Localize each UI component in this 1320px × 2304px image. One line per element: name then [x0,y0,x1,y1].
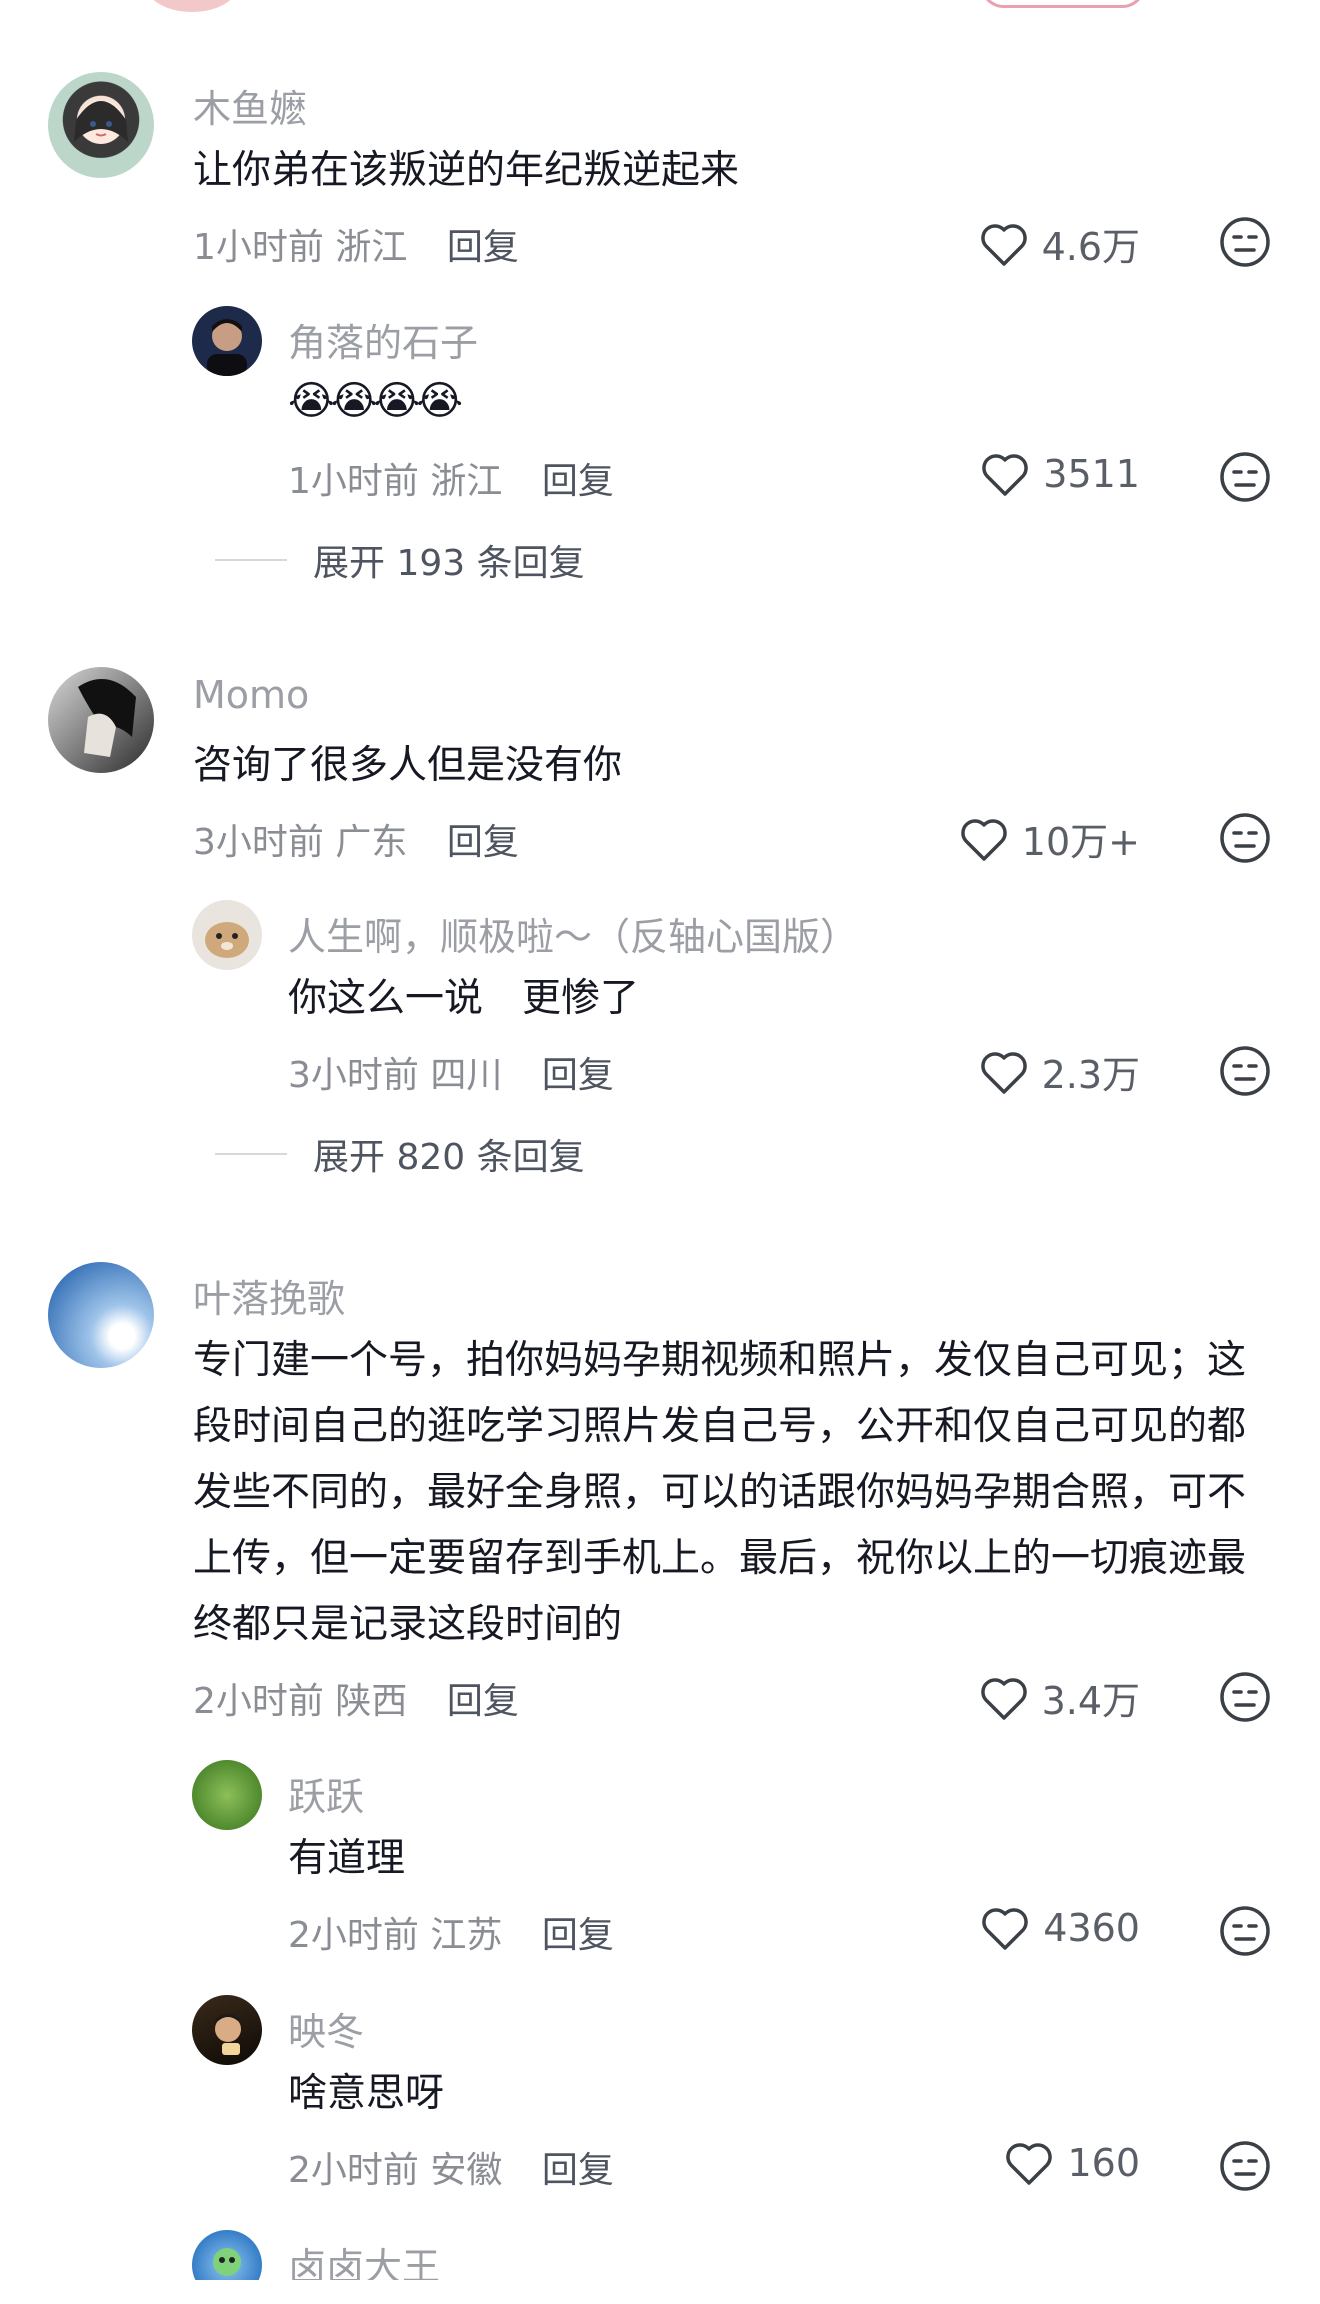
comment-location: 江苏 [430,1915,503,1956]
heart-outline-icon [982,1908,1029,1950]
neutral-face-icon[interactable] [1218,1670,1272,1724]
comment-author[interactable]: 人生啊，顺极啦～（反轴心国版） [288,906,858,961]
avatar[interactable] [192,900,262,970]
comment-time: 2小时前 [193,1681,324,1722]
heart-outline-icon [961,818,1007,861]
comment-text: 你这么一说 更惨了 [288,976,640,1021]
reply-button[interactable]: 回复 [447,822,519,863]
like-count: 160 [1067,2141,1140,2185]
comment-text: 啥意思呀 [288,2071,445,2116]
neutral-face-icon[interactable] [1218,1904,1272,1958]
like-count: 3.4万 [1041,1679,1140,1723]
avatar[interactable] [48,667,154,773]
heart-outline-icon [982,454,1029,496]
comment-location: 浙江 [430,461,503,502]
comment-location: 广东 [335,822,408,863]
neutral-face-icon[interactable] [1218,811,1272,865]
reply-button[interactable]: 回复 [542,461,614,502]
action-button[interactable] [980,0,1146,8]
reply-button[interactable]: 回复 [542,2150,614,2191]
expand-replies-button[interactable]: 展开 193 条回复 [215,534,585,586]
comment-time: 3小时前 [193,822,324,863]
neutral-face-icon[interactable] [1218,1044,1272,1098]
comment-text: 让你弟在该叛逆的年纪叛逆起来 [193,148,740,193]
comment-meta: 1小时前 浙江 回复 [288,452,614,504]
comment-author[interactable]: 叶落挽歌 [193,1268,345,1323]
comment-meta: 3小时前 四川 回复 [288,1046,614,1098]
like-count: 4360 [1043,1906,1140,1950]
comment-text: 咨询了很多人但是没有你 [193,743,623,788]
like-count: 2.3万 [1041,1053,1140,1097]
comment-text: 专门建一个号，拍你妈妈孕期视频和照片，发仅自己可见；这段时间自己的逛吃学习照片发… [193,1338,1247,1647]
comment-location: 陕西 [335,1681,408,1722]
reply-button[interactable]: 回复 [542,1915,614,1956]
like-button[interactable]: 2.3万 [978,1044,1140,1099]
heart-outline-icon [1006,2143,1053,2185]
comment-meta: 3小时前 广东 回复 [193,813,519,865]
reply-button[interactable]: 回复 [542,1055,614,1096]
comment-author[interactable]: 映冬 [288,2001,364,2056]
neutral-face-icon[interactable] [1218,215,1272,269]
like-count: 10万+ [1021,820,1140,864]
avatar[interactable] [48,1262,154,1368]
avatar[interactable] [144,0,240,12]
comment-meta: 2小时前 安徽 回复 [288,2141,614,2193]
comment-author[interactable]: 角落的石子 [288,312,478,367]
comment-time: 3小时前 [288,1055,419,1096]
comment-text: 😭😭😭😭 [288,378,463,424]
like-button[interactable]: 4.6万 [978,216,1140,271]
page-bottom-edge [0,2280,1320,2304]
like-button[interactable]: 3.4万 [978,1670,1140,1725]
divider [215,1153,287,1155]
comment-time: 1小时前 [288,461,419,502]
avatar[interactable] [48,72,154,178]
neutral-face-icon[interactable] [1218,450,1272,504]
avatar[interactable] [192,1995,262,2065]
like-count: 4.6万 [1041,225,1140,269]
reply-button[interactable]: 回复 [447,227,519,268]
avatar[interactable] [192,306,262,376]
expand-replies-label: 展开 820 条回复 [313,1137,585,1178]
divider [215,559,287,561]
comment-author[interactable]: Momo [193,673,309,717]
expand-replies-button[interactable]: 展开 820 条回复 [215,1128,585,1180]
comment-location: 四川 [430,1055,503,1096]
heart-outline-icon [980,1051,1027,1094]
comment-location: 浙江 [335,227,408,268]
like-button[interactable]: 4360 [979,1904,1140,1952]
comment-meta: 2小时前 江苏 回复 [288,1906,614,1958]
comment-meta: 1小时前 浙江 回复 [193,218,519,270]
like-button[interactable]: 160 [1003,2139,1140,2187]
comment-time: 1小时前 [193,227,324,268]
comment-time: 2小时前 [288,1915,419,1956]
like-button[interactable]: 10万+ [958,811,1140,866]
comment-meta: 2小时前 陕西 回复 [193,1672,519,1724]
heart-outline-icon [980,1677,1027,1720]
comment-location: 安徽 [430,2150,503,2191]
like-count: 3511 [1043,452,1140,496]
comment-author[interactable]: 跃跃 [288,1766,364,1821]
comment-text: 有道理 [288,1836,406,1881]
avatar[interactable] [192,1760,262,1830]
comment-time: 2小时前 [288,2150,419,2191]
heart-outline-icon [980,223,1027,266]
comment-author[interactable]: 木鱼嬷 [193,78,307,133]
reply-button[interactable]: 回复 [447,1681,519,1722]
like-button[interactable]: 3511 [979,450,1140,498]
expand-replies-label: 展开 193 条回复 [313,543,585,584]
previous-comment-fragment [0,0,1320,20]
neutral-face-icon[interactable] [1218,2139,1272,2193]
